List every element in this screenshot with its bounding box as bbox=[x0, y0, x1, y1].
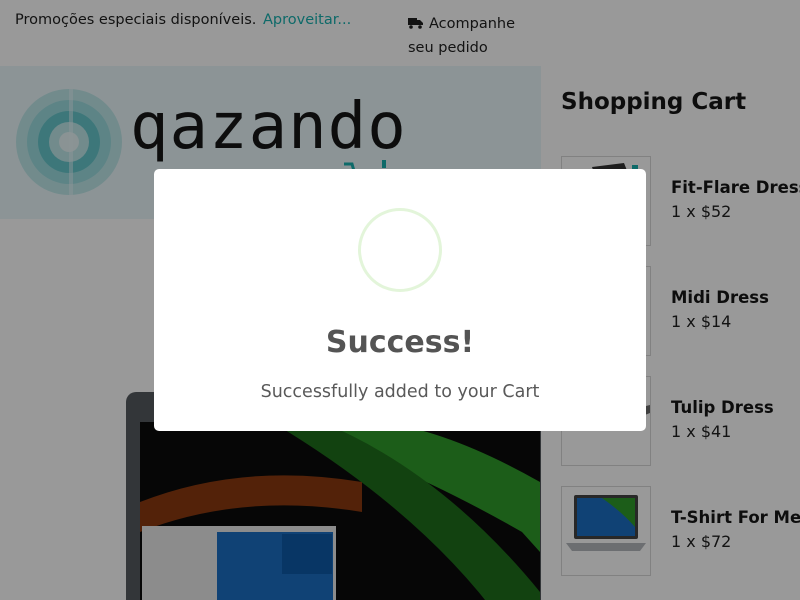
success-icon bbox=[358, 208, 442, 292]
success-modal: Success! Successfully added to your Cart bbox=[154, 169, 646, 431]
modal-message: Successfully added to your Cart bbox=[260, 382, 540, 402]
modal-title: Success! bbox=[325, 325, 475, 360]
